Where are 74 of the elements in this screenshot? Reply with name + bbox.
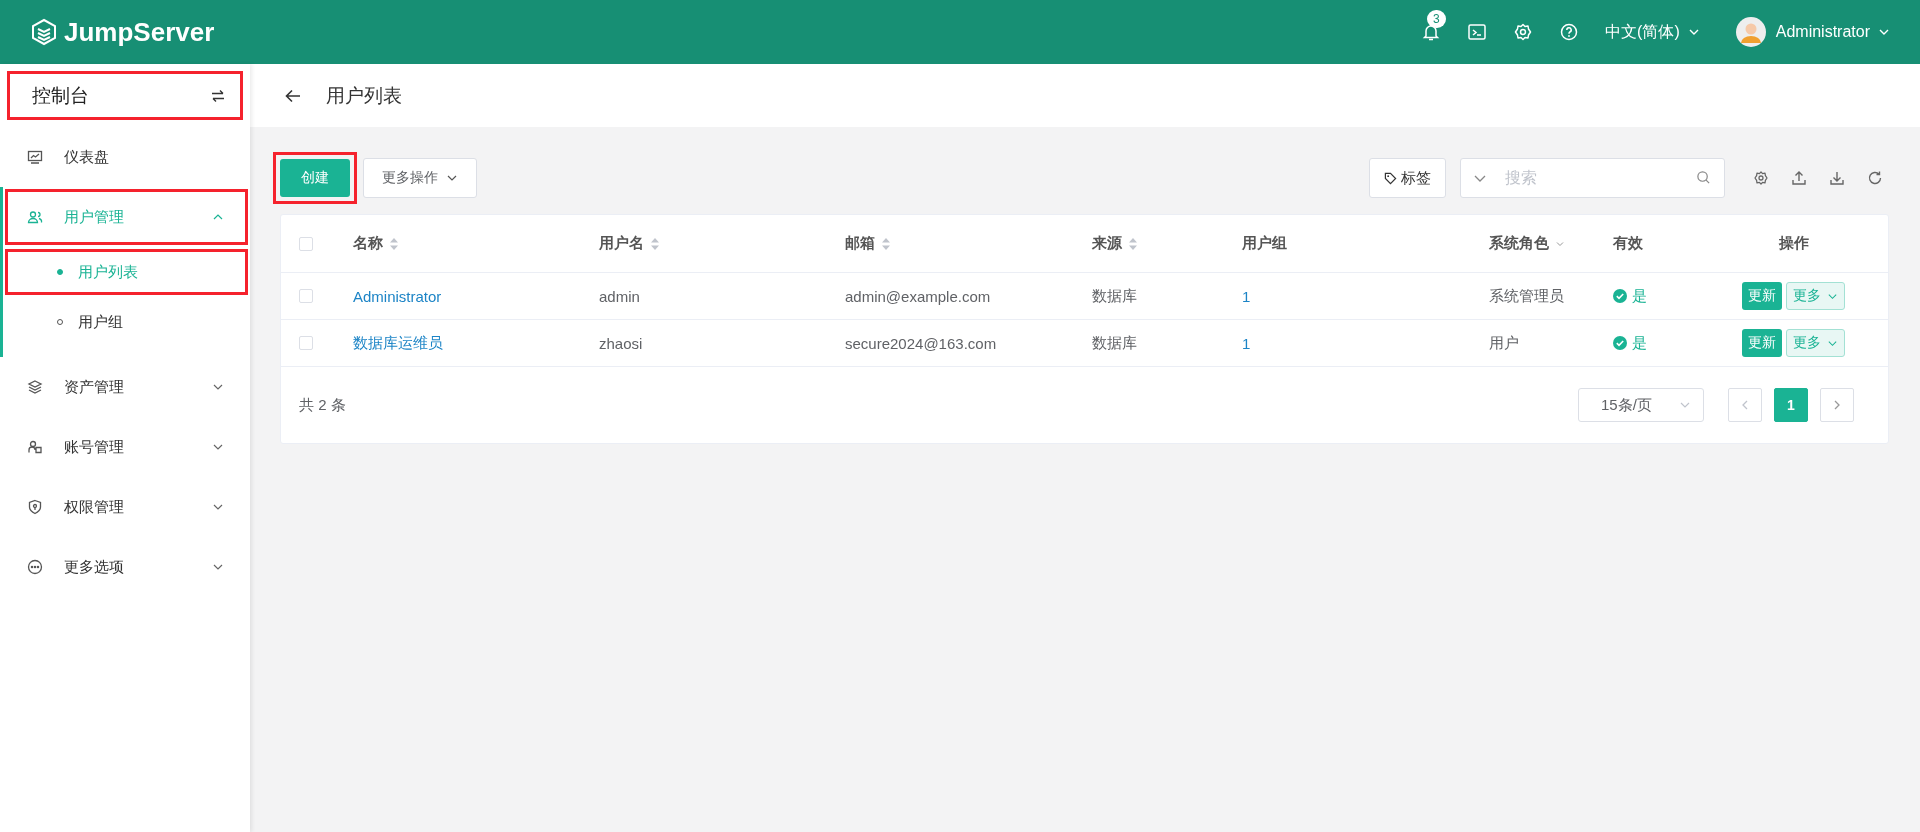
swap-icon (210, 87, 226, 104)
search-icon (1696, 170, 1711, 185)
menu-item[interactable]: 更多选项 (3, 537, 250, 597)
avatar-icon (1735, 17, 1766, 47)
monitor-chart-icon (27, 149, 43, 165)
column-header[interactable]: 名称 (353, 234, 399, 253)
more-actions-dropdown[interactable]: 更多操作 (363, 158, 477, 198)
page-title: 用户列表 (326, 83, 402, 108)
column-header: 有效 (1613, 234, 1643, 253)
select-all-checkbox[interactable] (299, 236, 313, 251)
tag-button[interactable]: 标签 (1369, 158, 1446, 198)
column-header[interactable]: 邮箱 (845, 234, 891, 253)
group-count-link[interactable]: 1 (1242, 287, 1251, 305)
download-icon[interactable] (1829, 170, 1845, 186)
layers-icon (27, 379, 43, 395)
submenu-label: 用户组 (78, 312, 123, 332)
menu-label: 资产管理 (64, 377, 125, 397)
submenu-label: 用户列表 (78, 262, 138, 282)
person-card-icon (27, 439, 43, 455)
bullet-icon (57, 269, 63, 275)
tag-icon (1384, 171, 1397, 185)
sort-icon (650, 236, 660, 251)
upload-icon[interactable] (1791, 170, 1807, 186)
sort-icon (389, 236, 399, 251)
user-name-link[interactable]: 数据库运维员 (353, 333, 443, 351)
menu-label: 更多选项 (64, 557, 125, 577)
table-cell: admin@example.com (845, 287, 991, 305)
logo-text: JumpServer (64, 16, 215, 48)
menu-item[interactable]: 账号管理 (3, 417, 250, 477)
page-size-select[interactable]: 15条/页 (1578, 388, 1704, 422)
row-checkbox[interactable] (299, 289, 313, 303)
dots-circle-icon (27, 559, 43, 575)
table-cell: 数据库 (1092, 333, 1137, 351)
total-count: 共 2 条 (299, 395, 346, 415)
console-title: 控制台 (32, 83, 89, 108)
notification-count-badge: 3 (1427, 10, 1446, 28)
column-header[interactable]: 系统角色 (1489, 234, 1565, 253)
users-icon (27, 209, 43, 225)
refresh-icon[interactable] (1867, 170, 1883, 186)
table-cell: secure2024@163.com (845, 334, 997, 352)
table-cell: 系统管理员 (1489, 286, 1564, 304)
row-checkbox[interactable] (299, 336, 313, 350)
search-field[interactable]: 搜索 (1460, 158, 1725, 198)
table-cell: zhaosi (599, 334, 643, 352)
column-header: 操作 (1778, 234, 1809, 253)
table-cell: admin (599, 287, 640, 305)
shield-icon (27, 499, 43, 515)
menu-item[interactable]: 权限管理 (3, 477, 250, 537)
column-header: 用户组 (1242, 234, 1287, 253)
language-dropdown[interactable]: 中文(简体) (1605, 21, 1700, 43)
user-name-link[interactable]: Administrator (353, 287, 442, 305)
table-cell: 用户 (1489, 333, 1519, 351)
help-icon[interactable] (1559, 22, 1580, 42)
submenu-item[interactable]: 用户组 (3, 297, 250, 347)
column-header[interactable]: 来源 (1092, 234, 1138, 253)
settings-icon[interactable] (1513, 22, 1534, 42)
status-label: 是 (1632, 333, 1647, 353)
menu-label: 仪表盘 (64, 147, 110, 167)
settings-icon[interactable] (1753, 170, 1769, 186)
sort-icon (881, 236, 891, 251)
console-switcher[interactable]: 控制台 (0, 64, 250, 127)
menu-item[interactable]: 资产管理 (3, 357, 250, 417)
table-cell: 数据库 (1092, 286, 1137, 304)
terminal-icon[interactable] (1467, 22, 1488, 42)
user-menu[interactable]: Administrator (1775, 23, 1890, 41)
stacked-layers-logo-icon (30, 18, 58, 46)
status-label: 是 (1632, 286, 1647, 306)
menu-label: 权限管理 (64, 497, 125, 517)
column-header[interactable]: 用户名 (599, 234, 660, 253)
menu-item[interactable]: 仪表盘 (3, 127, 250, 187)
group-count-link[interactable]: 1 (1242, 334, 1251, 352)
menu-label: 用户管理 (64, 207, 125, 227)
menu-label: 账号管理 (64, 437, 125, 457)
sort-icon (1128, 236, 1138, 251)
